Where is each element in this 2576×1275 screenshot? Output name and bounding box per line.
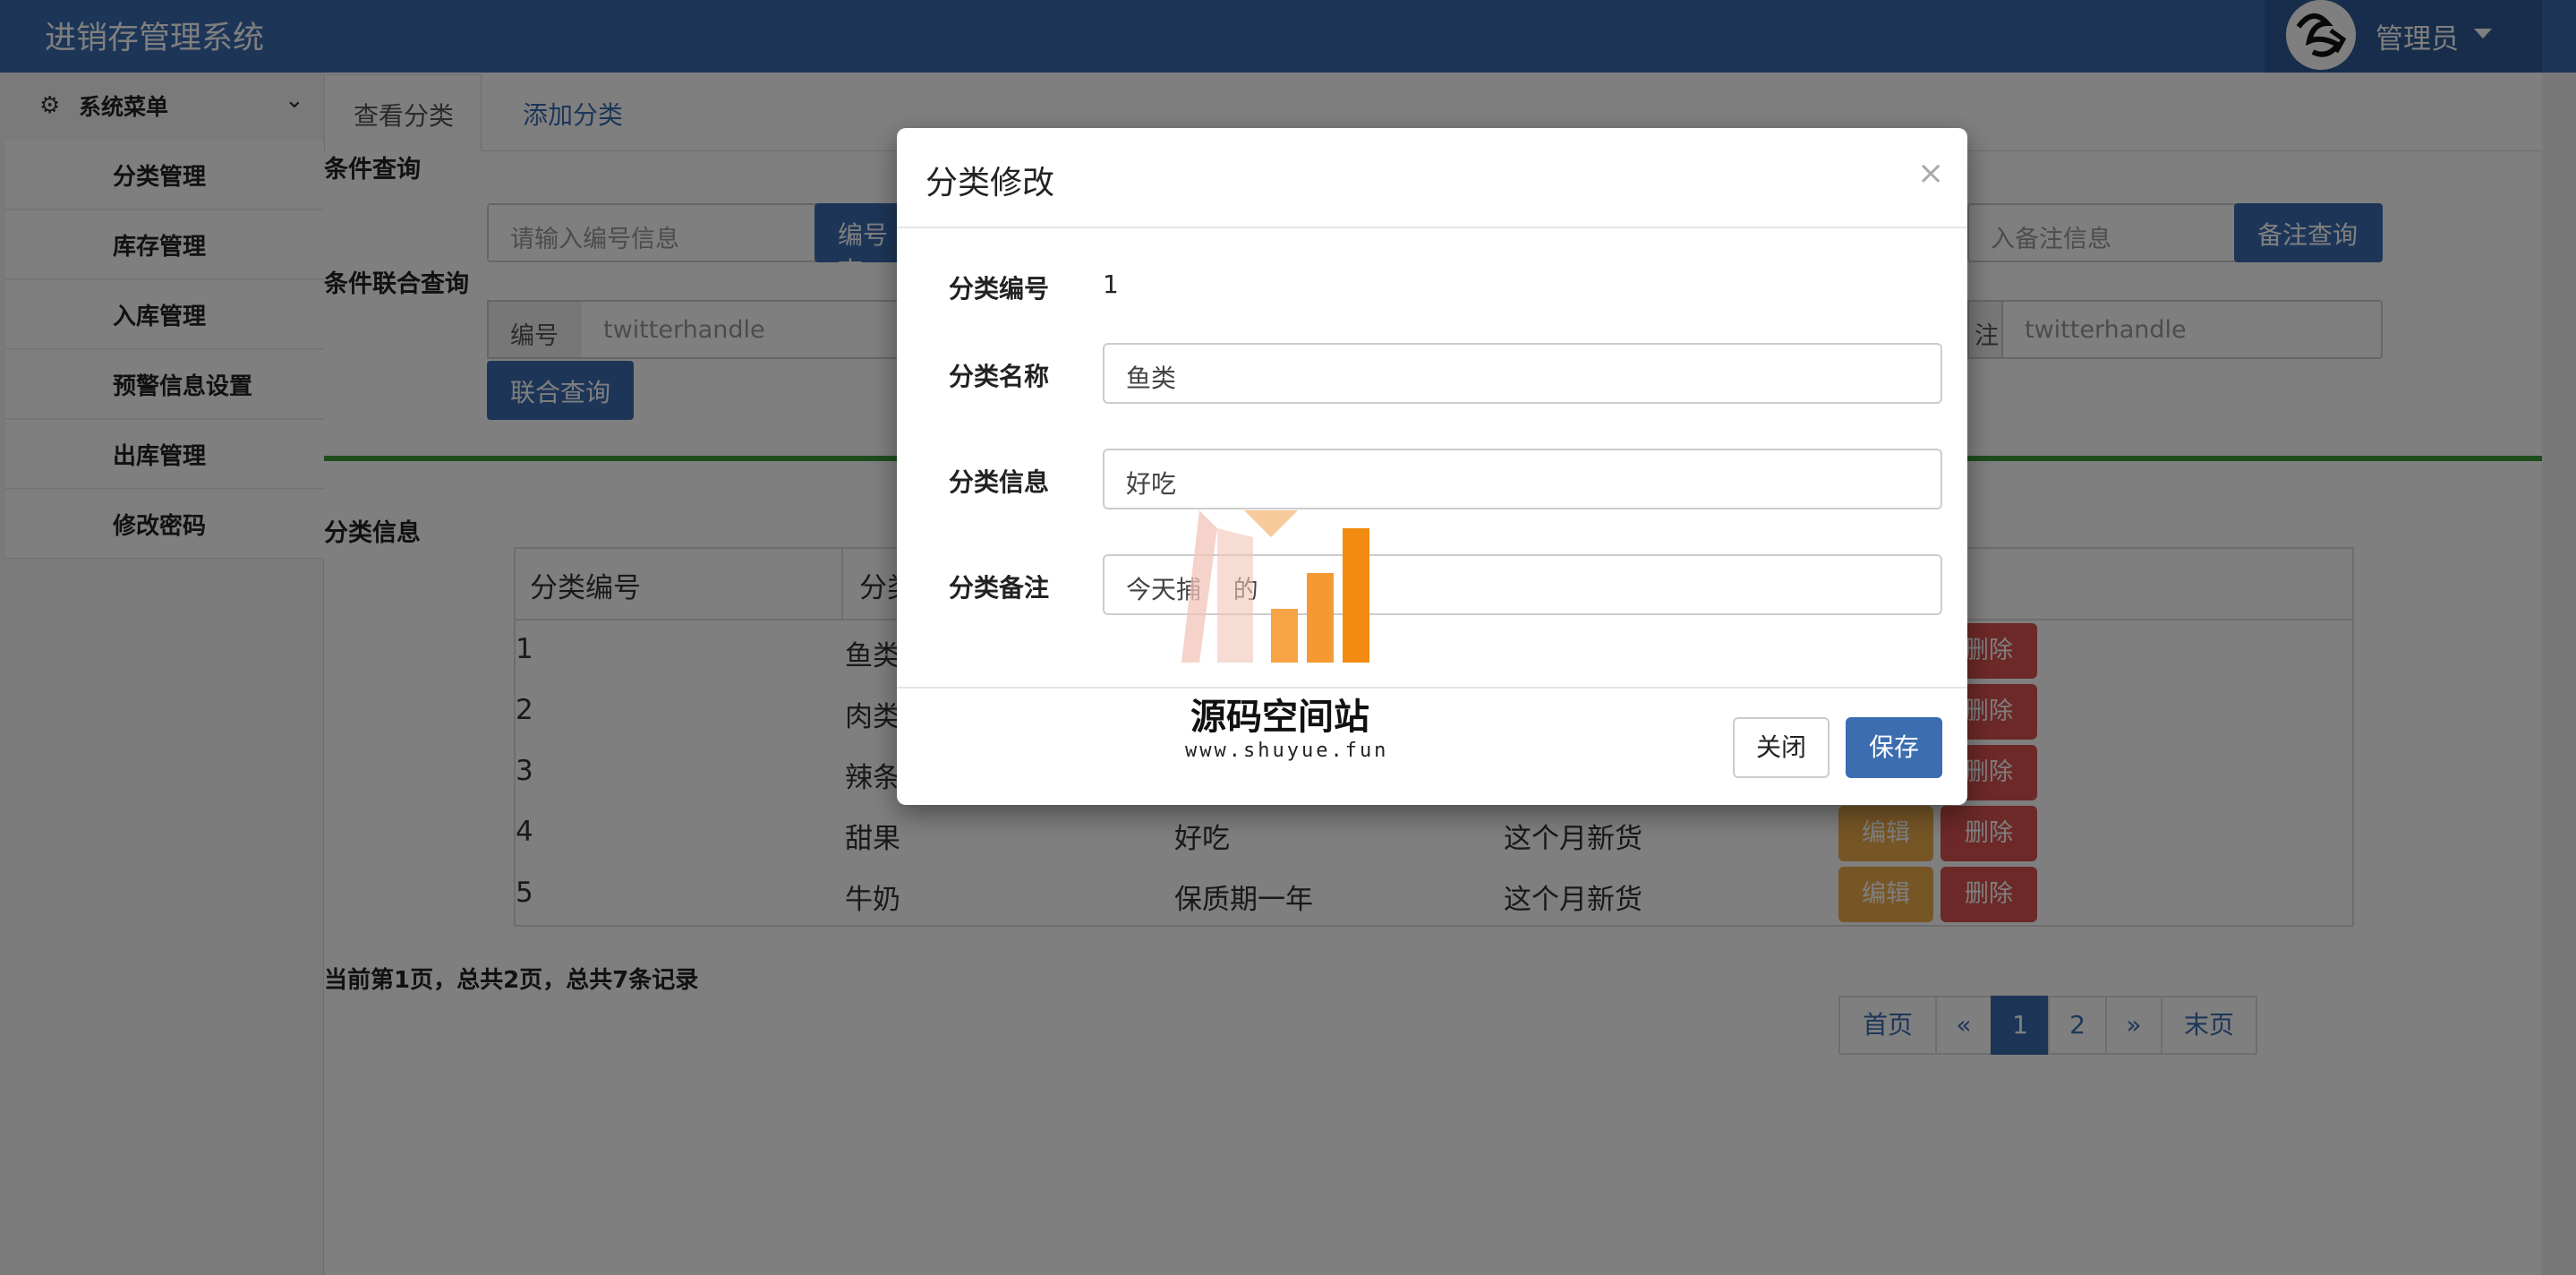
modal-header-divider: [897, 227, 1967, 228]
modal-footer-divider: [897, 687, 1967, 689]
modal-title: 分类修改: [925, 165, 1055, 201]
watermark-url: www.shuyue.fun: [1185, 740, 1389, 762]
edit-category-modal: 分类修改 × 分类编号 1 分类名称 鱼类 分类信息 好吃 分类备注 今天捕 的…: [897, 128, 1967, 805]
field-value-id: 1: [1103, 270, 1119, 299]
field-label-id: 分类编号: [949, 274, 1050, 304]
field-label-note: 分类备注: [949, 573, 1050, 603]
field-label-name: 分类名称: [949, 362, 1050, 391]
category-name-input[interactable]: 鱼类: [1103, 343, 1942, 404]
close-button[interactable]: 关闭: [1733, 717, 1830, 778]
close-icon[interactable]: ×: [1917, 155, 1944, 192]
save-button[interactable]: 保存: [1846, 717, 1942, 778]
field-label-info: 分类信息: [949, 467, 1050, 497]
category-info-input[interactable]: 好吃: [1103, 449, 1942, 509]
watermark-text: 源码空间站: [1190, 697, 1369, 738]
